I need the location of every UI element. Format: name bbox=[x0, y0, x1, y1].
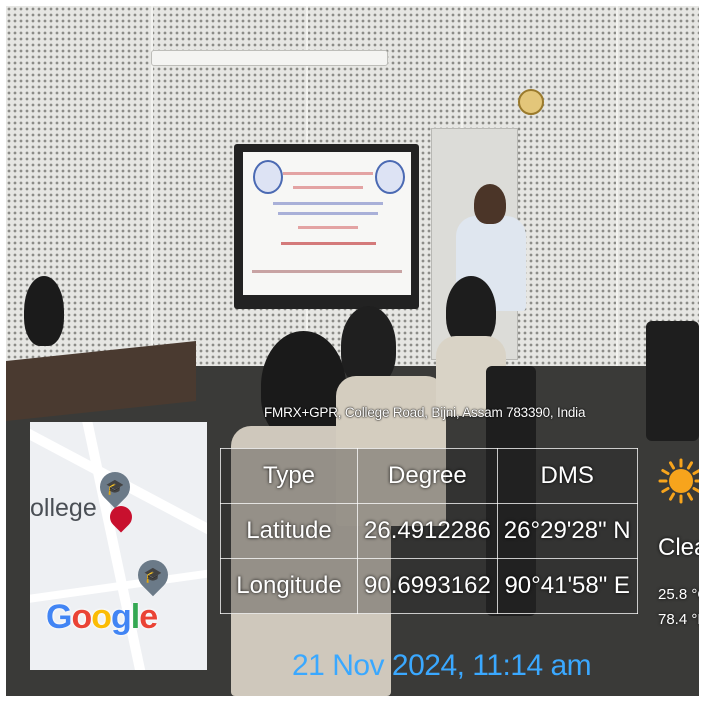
google-logo-letter: o bbox=[71, 598, 92, 636]
temperature-fahrenheit: 78.4 °F bbox=[658, 611, 699, 628]
student bbox=[261, 331, 346, 441]
sun-ray bbox=[692, 487, 699, 493]
student bbox=[341, 306, 396, 386]
sun-ray bbox=[661, 469, 670, 475]
chair bbox=[646, 321, 699, 441]
sun-ray bbox=[687, 461, 693, 470]
timestamp: 21 Nov 2024, 11:14 am bbox=[292, 649, 592, 682]
attendee bbox=[24, 276, 64, 346]
sun-icon bbox=[658, 458, 699, 504]
tube-light bbox=[151, 50, 388, 66]
map-thumbnail[interactable]: ollege 🎓 🎓 Google bbox=[30, 422, 207, 670]
slide-text-line bbox=[278, 212, 378, 215]
longitude-dms: 90°41'58" E bbox=[496, 558, 638, 614]
geotag-photo: FMRX+GPR, College Road, Bijni, Assam 783… bbox=[6, 6, 699, 696]
sun-ray bbox=[687, 492, 693, 501]
row-label: Longitude bbox=[220, 558, 358, 614]
map-place-label: ollege bbox=[30, 494, 97, 522]
table-row: Longitude 90.6993162 90°41'58" E bbox=[220, 558, 638, 614]
header-type: Type bbox=[220, 448, 358, 504]
google-logo: Google bbox=[46, 598, 158, 637]
latitude-dms: 26°29'28" N bbox=[496, 503, 638, 559]
university-seal-icon bbox=[253, 160, 283, 194]
school-poi-icon: 🎓 bbox=[93, 465, 137, 509]
google-logo-letter: o bbox=[91, 598, 112, 636]
table-header-row: Type Degree DMS bbox=[220, 448, 638, 504]
slide-text-line bbox=[273, 202, 383, 205]
university-seal-icon bbox=[375, 160, 405, 194]
school-poi-icon: 🎓 bbox=[131, 553, 175, 597]
weather-condition: Clear bbox=[658, 534, 699, 561]
google-logo-letter: g bbox=[111, 598, 132, 636]
wall-clock bbox=[518, 89, 544, 115]
google-logo-letter: l bbox=[130, 598, 141, 636]
google-logo-letter: e bbox=[139, 598, 158, 636]
coordinates-table: Type Degree DMS Latitude 26.4912286 26°2… bbox=[220, 448, 638, 614]
sun-ray bbox=[692, 469, 699, 475]
projected-slide bbox=[243, 152, 411, 295]
longitude-degree: 90.6993162 bbox=[357, 558, 498, 614]
google-logo-letter: G bbox=[46, 598, 72, 636]
slide-text-line bbox=[293, 186, 363, 189]
row-label: Latitude bbox=[220, 503, 358, 559]
sun-ray bbox=[669, 492, 675, 501]
slide-text-line bbox=[281, 242, 376, 245]
sun-ray bbox=[661, 487, 670, 493]
wall-seam bbox=[616, 6, 618, 406]
latitude-degree: 26.4912286 bbox=[357, 503, 498, 559]
address-text: FMRX+GPR, College Road, Bijni, Assam 783… bbox=[264, 405, 586, 420]
header-dms: DMS bbox=[496, 448, 638, 504]
header-degree: Degree bbox=[357, 448, 498, 504]
temperature-celsius: 25.8 °C bbox=[658, 586, 699, 603]
slide-text-line bbox=[298, 226, 358, 229]
speaker-head bbox=[474, 184, 506, 224]
slide-text-line bbox=[283, 172, 373, 175]
slide-text-line bbox=[252, 270, 402, 273]
table-row: Latitude 26.4912286 26°29'28" N bbox=[220, 503, 638, 559]
sun-ray bbox=[669, 461, 675, 470]
